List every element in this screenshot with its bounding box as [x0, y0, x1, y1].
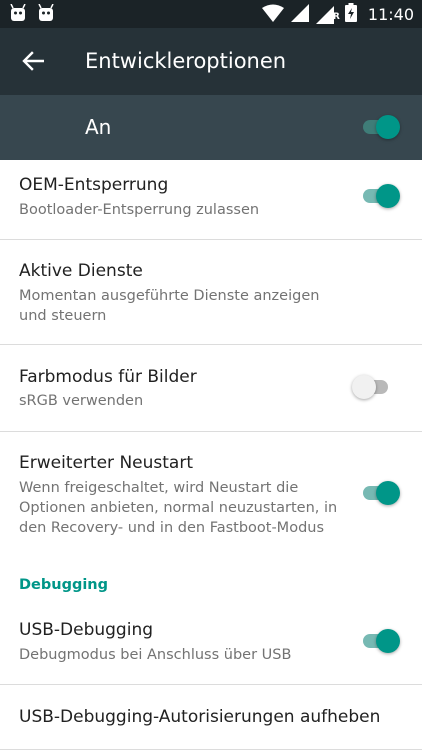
setting-oem-unlock[interactable]: OEM-Entsperrung Bootloader-Entsperrung z…: [0, 160, 422, 240]
setting-title: USB-Debugging: [19, 620, 154, 640]
setting-summary: Momentan ausgeführte Dienste anzeigen un…: [19, 288, 320, 324]
master-switch-bar[interactable]: An: [0, 95, 422, 160]
wifi-icon: [261, 4, 284, 26]
clock: 11:40: [367, 4, 414, 24]
setting-summary: Bootloader-Entsperrung zulassen: [19, 202, 260, 218]
status-bar: R 11:40: [0, 0, 422, 28]
oem-unlock-toggle[interactable]: [361, 182, 401, 210]
color-mode-toggle[interactable]: [352, 373, 392, 401]
setting-advanced-reboot[interactable]: Erweiterter Neustart Wenn freigeschaltet…: [0, 432, 422, 560]
setting-title: OEM-Entsperrung: [19, 175, 169, 195]
section-header-debugging: Debugging: [19, 577, 109, 593]
app-toolbar: Entwickleroptionen: [0, 28, 422, 95]
master-switch-toggle[interactable]: [361, 113, 401, 141]
setting-title: USB-Debugging-Autorisierungen aufheben: [19, 707, 381, 727]
setting-running-services[interactable]: Aktive Dienste Momentan ausgeführte Dien…: [0, 240, 422, 345]
arrow-back-icon[interactable]: [22, 50, 45, 72]
setting-summary: Debugmodus bei Anschluss über USB: [19, 647, 292, 663]
advanced-reboot-toggle[interactable]: [361, 479, 401, 507]
android-icon: [38, 3, 54, 26]
setting-color-mode[interactable]: Farbmodus für Bilder sRGB verwenden: [0, 345, 422, 432]
setting-summary: Wenn freigeschaltet, wird Neustart die O…: [19, 480, 338, 536]
signal-icon: [290, 3, 309, 26]
setting-usb-debugging[interactable]: USB-Debugging Debugmodus bei Anschluss ü…: [0, 605, 422, 685]
usb-debugging-toggle[interactable]: [361, 627, 401, 655]
setting-summary: sRGB verwenden: [19, 393, 144, 409]
roaming-letter: R: [332, 11, 340, 22]
battery-charging-icon: [344, 3, 357, 26]
android-icon: [10, 3, 26, 26]
page-title: Entwickleroptionen: [85, 49, 287, 73]
master-switch-label: An: [85, 115, 112, 139]
setting-title: Farbmodus für Bilder: [19, 367, 197, 387]
setting-revoke-usb-authorizations[interactable]: USB-Debugging-Autorisierungen aufheben: [0, 685, 422, 750]
setting-title: Erweiterter Neustart: [19, 453, 193, 473]
setting-title: Aktive Dienste: [19, 261, 143, 281]
signal-roaming-icon: R: [315, 5, 340, 24]
